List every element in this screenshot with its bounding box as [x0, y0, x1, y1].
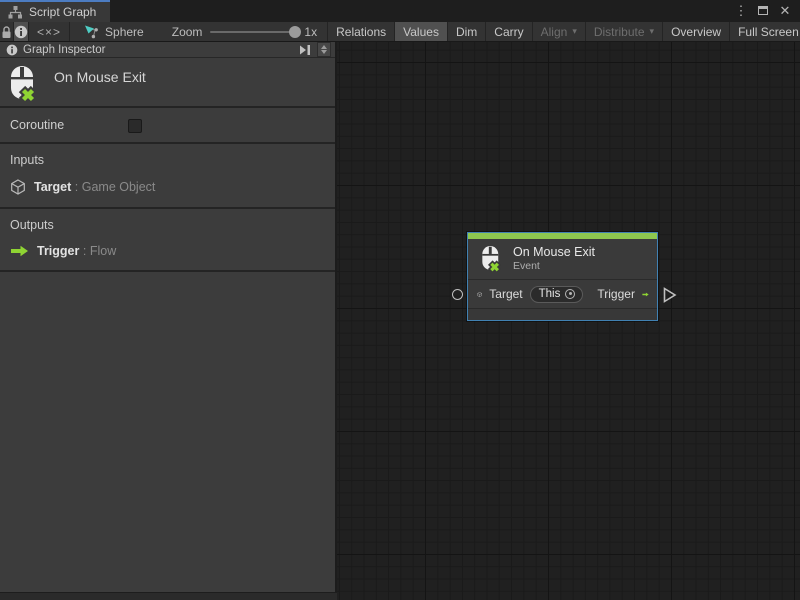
- target-value-pill[interactable]: This: [530, 286, 584, 303]
- chevron-down-icon: ▾: [572, 26, 577, 37]
- padlock-icon: [0, 25, 13, 39]
- unit-title-block: On Mouse Exit: [0, 58, 335, 108]
- window-controls: ⋮ ✕: [732, 0, 800, 22]
- graph-target-label: Sphere: [105, 25, 144, 39]
- info-icon: [6, 44, 18, 56]
- output-type: Flow: [90, 244, 116, 258]
- node-footer: [468, 309, 657, 320]
- node-input-port[interactable]: [452, 289, 463, 300]
- scroll-up-icon[interactable]: [321, 45, 327, 49]
- overview-button[interactable]: Overview: [663, 22, 730, 41]
- inspector-scroll-spinner[interactable]: [317, 42, 331, 57]
- scroll-down-icon[interactable]: [321, 50, 327, 54]
- coroutine-checkbox[interactable]: [128, 119, 142, 133]
- flow-arrow-icon: [10, 245, 29, 257]
- inspector-toggle-button[interactable]: [14, 22, 29, 41]
- target-value: This: [539, 288, 561, 300]
- info-icon: [14, 25, 28, 39]
- node-header[interactable]: On Mouse Exit Event: [468, 239, 657, 280]
- output-name: Trigger: [37, 244, 79, 258]
- tab-label: Script Graph: [29, 5, 96, 19]
- zoom-label: Zoom: [172, 25, 203, 39]
- output-row-trigger: Trigger : Flow: [10, 244, 325, 258]
- align-dropdown[interactable]: Align ▾: [533, 22, 586, 41]
- inputs-header: Inputs: [10, 153, 325, 167]
- graph-target-ref[interactable]: Sphere: [70, 22, 156, 41]
- game-object-cube-icon: [10, 179, 26, 195]
- input-row-target: Target : Game Object: [10, 179, 325, 195]
- relations-button[interactable]: Relations: [327, 22, 395, 41]
- outputs-header: Outputs: [10, 218, 325, 232]
- close-icon[interactable]: ✕: [776, 3, 794, 19]
- graph-inspector-title: Graph Inspector: [23, 44, 105, 56]
- unit-title: On Mouse Exit: [54, 66, 146, 85]
- graph-toolbar: <×> Sphere Zoom 1x Relations Values Dim …: [0, 22, 800, 42]
- toolbar-toggles: Relations Values Dim Carry Align ▾ Distr…: [327, 22, 800, 41]
- node-subtitle: Event: [513, 260, 595, 272]
- trigger-port-label: Trigger: [597, 287, 635, 301]
- coroutine-row: Coroutine: [0, 108, 335, 144]
- target-port-label: Target: [489, 287, 522, 301]
- node-output-port[interactable]: [663, 287, 677, 303]
- dim-button[interactable]: Dim: [448, 22, 486, 41]
- carry-button[interactable]: Carry: [486, 22, 532, 41]
- graph-canvas[interactable]: [337, 42, 800, 600]
- input-type: Game Object: [82, 180, 156, 194]
- graph-inspector-header: Graph Inspector: [0, 42, 335, 58]
- zoom-control: Zoom 1x: [156, 22, 327, 41]
- script-graph-window: Script Graph ⋮ ✕ <×>: [0, 0, 800, 600]
- outputs-section: Outputs Trigger : Flow: [0, 209, 335, 272]
- coroutine-label: Coroutine: [10, 118, 64, 132]
- panel-bottom-strip: [0, 592, 337, 600]
- dock-panel-icon[interactable]: [298, 44, 312, 56]
- maximize-icon[interactable]: [754, 3, 772, 19]
- kebab-menu-icon[interactable]: ⋮: [732, 3, 750, 19]
- zoom-slider-handle[interactable]: [289, 26, 301, 38]
- script-graph-asset-icon: [84, 25, 99, 39]
- node-port-row: Target This Trigger: [468, 280, 657, 309]
- zoom-slider[interactable]: [210, 31, 296, 33]
- lock-button[interactable]: [0, 22, 14, 41]
- code-view-button[interactable]: <×>: [29, 22, 70, 41]
- chevron-down-icon: ▾: [650, 26, 655, 37]
- object-picker-icon[interactable]: [565, 289, 575, 299]
- node-on-mouse-exit[interactable]: On Mouse Exit Event Target This Trigger: [467, 232, 658, 321]
- node-title: On Mouse Exit: [513, 245, 595, 260]
- title-bar: Script Graph ⋮ ✕: [0, 0, 800, 22]
- values-button[interactable]: Values: [395, 22, 448, 41]
- flow-arrow-icon: [642, 288, 649, 301]
- graph-hierarchy-icon: [8, 6, 23, 19]
- input-name: Target: [34, 180, 71, 194]
- zoom-value: 1x: [304, 25, 317, 39]
- full-screen-button[interactable]: Full Screen: [730, 22, 800, 41]
- mouse-exit-icon: [8, 66, 38, 102]
- distribute-dropdown[interactable]: Distribute ▾: [586, 22, 663, 41]
- mouse-exit-icon: [480, 246, 502, 272]
- tab-script-graph[interactable]: Script Graph: [0, 0, 110, 22]
- game-object-cube-icon: [477, 287, 482, 302]
- inputs-section: Inputs Target : Game Object: [0, 144, 335, 209]
- graph-inspector-panel: Graph Inspector On Mouse Exit Corout: [0, 42, 337, 592]
